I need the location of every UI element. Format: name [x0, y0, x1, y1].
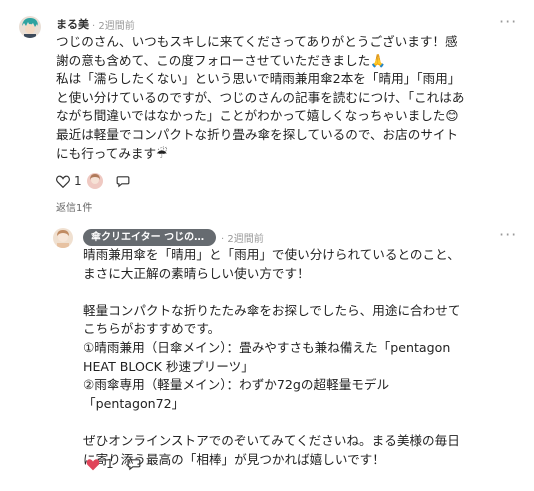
- heart-icon[interactable]: [56, 175, 70, 188]
- reply-header: 傘クリエイター つじのよし... · 2週間前: [83, 229, 264, 246]
- commenter-avatar[interactable]: [19, 16, 41, 38]
- reply-more-icon[interactable]: ···: [499, 227, 517, 243]
- comment-header: まる美 · 2週間前: [56, 16, 135, 32]
- comment-actions: 1: [56, 172, 130, 190]
- reply-time: · 2週間前: [221, 234, 264, 245]
- reply-author-badge[interactable]: 傘クリエイター つじのよし...: [83, 229, 216, 246]
- comment-like-count: 1: [74, 174, 82, 188]
- comment-more-icon[interactable]: ···: [499, 14, 517, 30]
- comment-time: · 2週間前: [92, 20, 135, 32]
- reply-reply-icon[interactable]: [127, 458, 141, 471]
- reply-actions: 1: [86, 455, 141, 473]
- comment-author[interactable]: まる美: [56, 16, 89, 32]
- comment-text: つじのさん、いつもスキしに来てくださってありがとうございます！感謝の意も含めて、…: [56, 34, 465, 161]
- reply-text: 晴雨兼用傘を「晴用」と「雨用」で使い分けられているとのこと、まさに大正解の素晴ら…: [83, 247, 461, 467]
- replies-toggle[interactable]: 返信1件: [56, 199, 92, 214]
- liker-avatar[interactable]: [86, 173, 103, 189]
- comment-reply-icon[interactable]: [116, 175, 130, 188]
- reply-like-count: 1: [106, 457, 114, 471]
- reply-avatar[interactable]: [53, 228, 73, 248]
- liked-heart-icon[interactable]: [86, 458, 100, 471]
